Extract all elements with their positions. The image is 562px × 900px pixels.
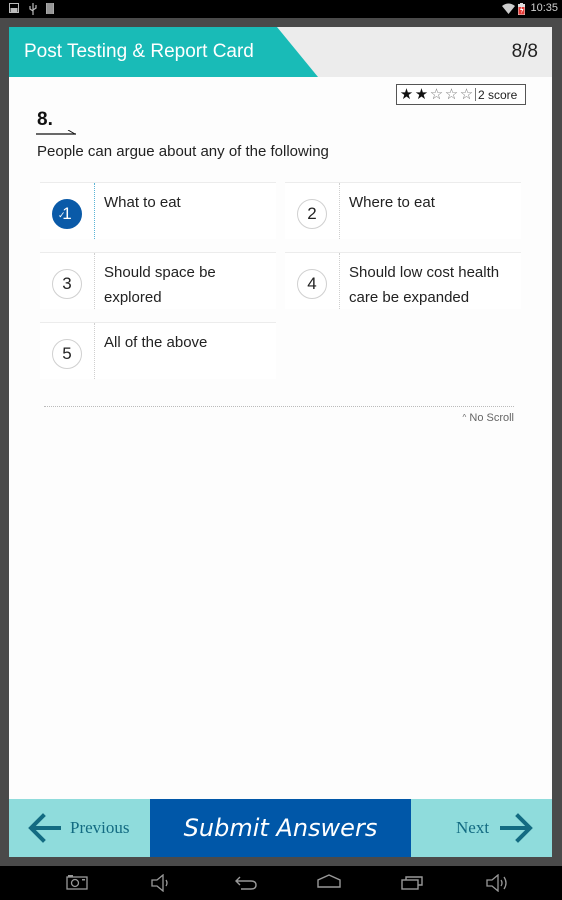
option-number-badge: 2 bbox=[297, 199, 327, 229]
answer-option-1[interactable]: ✓ 1 What to eat bbox=[40, 182, 276, 239]
previous-button[interactable]: Previous bbox=[9, 799, 150, 857]
question-text: People can argue about any of the follow… bbox=[37, 143, 329, 160]
page-title: Post Testing & Report Card bbox=[24, 41, 254, 62]
answer-option-3[interactable]: 3 Should space be explored bbox=[40, 252, 276, 309]
star-empty-icon: ☆ bbox=[429, 86, 444, 103]
wifi-icon bbox=[502, 3, 515, 14]
quiz-card: Post Testing & Report Card 8/8 ★ ★ ☆ ☆ ☆… bbox=[9, 27, 552, 800]
status-bar: 10:35 bbox=[0, 0, 562, 18]
clock: 10:35 bbox=[530, 2, 558, 14]
option-number-column: ✓ 1 bbox=[40, 183, 95, 239]
question-progress: 8/8 bbox=[511, 41, 538, 62]
back-icon[interactable] bbox=[234, 874, 258, 890]
arrow-left-icon bbox=[28, 813, 61, 843]
content-divider bbox=[44, 406, 514, 407]
answer-option-5[interactable]: 5 All of the above bbox=[40, 322, 276, 379]
usb-icon bbox=[29, 3, 37, 15]
volume-down-icon[interactable] bbox=[151, 874, 171, 892]
star-rating: ★ ★ ☆ ☆ ☆ bbox=[397, 87, 474, 102]
home-icon[interactable] bbox=[317, 874, 341, 888]
next-button[interactable]: Next bbox=[411, 799, 552, 857]
answer-option-2[interactable]: 2 Where to eat bbox=[285, 182, 521, 239]
question-number: 8. bbox=[37, 109, 53, 130]
sd-card-icon bbox=[46, 3, 54, 14]
recent-apps-icon[interactable] bbox=[401, 874, 423, 890]
submit-answers-button[interactable]: Submit Answers bbox=[150, 799, 411, 857]
star-empty-icon: ☆ bbox=[459, 86, 474, 103]
image-notification-icon bbox=[9, 3, 19, 13]
caret-up-icon: ^ bbox=[462, 413, 467, 422]
screenshot-icon[interactable] bbox=[66, 874, 88, 890]
option-number-badge: 4 bbox=[297, 269, 327, 299]
scroll-hint: ^ No Scroll bbox=[463, 412, 514, 424]
star-filled-icon: ★ bbox=[414, 86, 429, 103]
option-number-column: 2 bbox=[285, 183, 340, 239]
star-filled-icon: ★ bbox=[399, 86, 414, 103]
score-label: 2 score bbox=[478, 87, 518, 102]
option-number-badge: ✓ 1 bbox=[52, 199, 82, 229]
option-number-column: 4 bbox=[285, 253, 340, 309]
option-number-badge: 3 bbox=[52, 269, 82, 299]
volume-up-icon[interactable] bbox=[486, 874, 510, 892]
option-number-column: 5 bbox=[40, 323, 95, 379]
answer-option-4[interactable]: 4 Should low cost health care be expande… bbox=[285, 252, 521, 309]
previous-label: Previous bbox=[70, 818, 130, 837]
option-label: What to eat bbox=[104, 194, 181, 211]
system-nav-bar bbox=[0, 866, 562, 900]
option-label: Should low cost health care be expanded bbox=[349, 264, 500, 306]
score-separator bbox=[475, 88, 476, 101]
star-empty-icon: ☆ bbox=[444, 86, 459, 103]
option-number-column: 3 bbox=[40, 253, 95, 309]
score-rating: ★ ★ ☆ ☆ ☆ 2 score bbox=[396, 84, 526, 105]
arrow-right-icon bbox=[500, 813, 533, 843]
battery-charging-icon bbox=[518, 3, 525, 15]
next-label: Next bbox=[456, 818, 490, 837]
header: Post Testing & Report Card 8/8 bbox=[9, 27, 552, 77]
option-label: Should space be explored bbox=[104, 264, 216, 306]
option-number-badge: 5 bbox=[52, 339, 82, 369]
option-label: All of the above bbox=[104, 334, 208, 351]
question-number-underline bbox=[36, 130, 76, 135]
scroll-hint-label: No Scroll bbox=[469, 412, 514, 424]
footer-nav: Previous Submit Answers Next bbox=[9, 799, 552, 857]
checkmark-icon: ✓ bbox=[58, 210, 66, 220]
option-label: Where to eat bbox=[349, 194, 435, 211]
